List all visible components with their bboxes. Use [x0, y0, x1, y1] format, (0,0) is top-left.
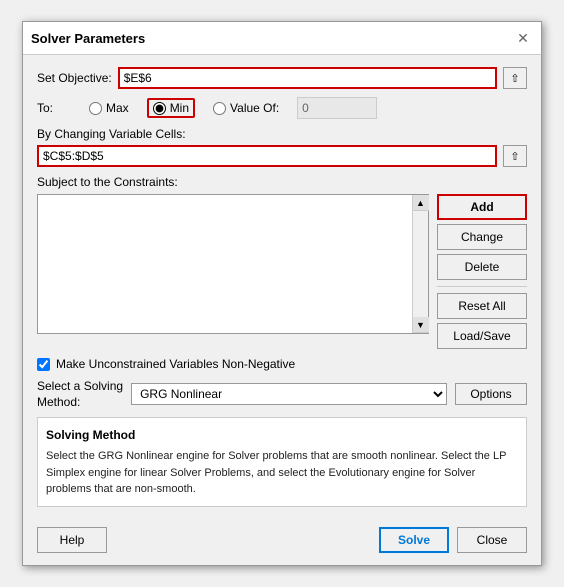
scrollbar: ▲ ▼: [412, 195, 428, 333]
solving-method-box: Solving Method Select the GRG Nonlinear …: [37, 417, 527, 507]
method-label-group: Select a Solving Method:: [37, 379, 123, 409]
set-objective-row: Set Objective: ⇧: [37, 67, 527, 89]
dialog-title: Solver Parameters: [31, 31, 145, 46]
title-bar: Solver Parameters ✕: [23, 22, 541, 55]
set-objective-upload-btn[interactable]: ⇧: [503, 67, 527, 89]
constraints-section: Subject to the Constraints: ▲ ▼ Add Chan…: [37, 175, 527, 349]
value-of-input[interactable]: [297, 97, 377, 119]
close-button[interactable]: Close: [457, 527, 527, 553]
divider: [437, 286, 527, 287]
radio-max-label[interactable]: Max: [89, 101, 129, 115]
load-save-button[interactable]: Load/Save: [437, 323, 527, 349]
scroll-up-btn[interactable]: ▲: [413, 195, 429, 211]
radio-value-of[interactable]: [213, 102, 226, 115]
close-icon[interactable]: ✕: [513, 28, 533, 48]
constraints-label: Subject to the Constraints:: [37, 175, 527, 189]
solver-parameters-dialog: Solver Parameters ✕ Set Objective: ⇧ To:…: [22, 21, 542, 566]
constraint-buttons: Add Change Delete Reset All Load/Save: [437, 194, 527, 349]
set-objective-input[interactable]: [118, 67, 497, 89]
changing-cells-input[interactable]: [37, 145, 497, 167]
changing-cells-row: ⇧: [37, 145, 527, 167]
radio-valueof-label[interactable]: Value Of:: [213, 101, 279, 115]
radio-options: Max Min Value Of:: [59, 97, 377, 119]
unconstrained-checkbox-row: Make Unconstrained Variables Non-Negativ…: [37, 357, 527, 371]
solve-button[interactable]: Solve: [379, 527, 449, 553]
bottom-buttons: Help Solve Close: [23, 519, 541, 565]
solving-method-title: Solving Method: [46, 426, 518, 444]
dialog-body: Set Objective: ⇧ To: Max Min Value Of:: [23, 55, 541, 519]
unconstrained-checkbox[interactable]: [37, 358, 50, 371]
unconstrained-label: Make Unconstrained Variables Non-Negativ…: [56, 357, 295, 371]
select-method-label-1: Select a Solving: [37, 379, 123, 393]
reset-all-button[interactable]: Reset All: [437, 293, 527, 319]
changing-cells-upload-btn[interactable]: ⇧: [503, 145, 527, 167]
to-label: To:: [37, 101, 53, 115]
change-button[interactable]: Change: [437, 224, 527, 250]
delete-button[interactable]: Delete: [437, 254, 527, 280]
radio-min-label[interactable]: Min: [147, 98, 195, 118]
constraints-wrapper: ▲ ▼: [37, 194, 429, 334]
constraints-area: ▲ ▼ Add Change Delete Reset All Load/Sav…: [37, 194, 527, 349]
right-buttons: Solve Close: [379, 527, 527, 553]
method-row: Select a Solving Method: GRG Nonlinear S…: [37, 379, 527, 409]
add-button[interactable]: Add: [437, 194, 527, 220]
constraints-list[interactable]: [38, 195, 412, 333]
radio-min[interactable]: [153, 102, 166, 115]
changing-cells-label: By Changing Variable Cells:: [37, 127, 527, 141]
method-select[interactable]: GRG Nonlinear Simplex LP Evolutionary: [131, 383, 447, 405]
set-objective-label: Set Objective:: [37, 71, 112, 85]
options-button[interactable]: Options: [455, 383, 527, 405]
solving-method-text: Select the GRG Nonlinear engine for Solv…: [46, 448, 518, 498]
help-button[interactable]: Help: [37, 527, 107, 553]
radio-max[interactable]: [89, 102, 102, 115]
select-method-label-2: Method:: [37, 395, 123, 409]
changing-cells-section: By Changing Variable Cells: ⇧: [37, 127, 527, 167]
to-row: To: Max Min Value Of:: [37, 97, 527, 119]
scroll-down-btn[interactable]: ▼: [413, 317, 429, 333]
